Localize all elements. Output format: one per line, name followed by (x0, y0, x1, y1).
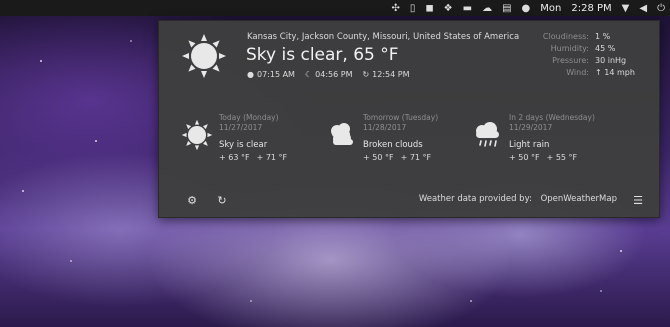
forecast-day: In 2 days (Wednesday) (509, 113, 595, 122)
refresh-time-icon: ↻ (362, 70, 370, 79)
detail-row: Pressure: 30 inHg (552, 56, 627, 65)
forecast-temps: + 50 °F + 71 °F (363, 153, 431, 162)
forecast-day: Today (Monday) (219, 113, 279, 122)
forecast-high: + 71 °F (400, 153, 432, 162)
sunrise-time: 07:15 AM (256, 70, 295, 79)
provider-link[interactable]: OpenWeatherMap (541, 194, 617, 204)
bag-icon[interactable]: ◼ (420, 0, 438, 16)
refresh-icon[interactable]: ↻ (215, 193, 229, 207)
popup-footer: ⚙ ↻ Weather data provided by: OpenWeathe… (159, 183, 659, 217)
cloud-icon[interactable]: ☁ (477, 0, 497, 16)
wifi-icon[interactable]: ▼ (617, 0, 635, 16)
forecast-low: + 50 °F (363, 153, 394, 162)
sunrise-icon: ● (247, 70, 254, 79)
sun-times: ● 07:15 AM ☾ 04:56 PM ↻ 12:54 PM (247, 70, 410, 79)
forecast-desc: Light rain (509, 140, 550, 150)
detail-row: Humidity: 45 % (550, 44, 616, 53)
forecast-desc: Sky is clear (219, 140, 268, 150)
forecast-low: + 50 °F (509, 153, 540, 162)
weather-details: Cloudiness: 1 % Humidity: 45 % Pressure: 30… (529, 31, 639, 79)
forecast-day: Tomorrow (Tuesday) (363, 113, 439, 122)
sunset-time: 04:56 PM (315, 70, 353, 79)
top-panel: ✣ ▯ ◼ ❖ ▬ ☁ ▤ ● Mon 2:28 PM ▼ ◀ ⏻ (0, 0, 670, 16)
forecast-high: + 71 °F (256, 153, 288, 162)
settings-icon[interactable]: ⚙ (185, 193, 199, 207)
clock-day[interactable]: Mon (535, 3, 566, 14)
moon-icon: ☾ (304, 70, 313, 79)
dropbox-icon[interactable]: ❖ (439, 0, 458, 16)
record-icon[interactable]: ● (517, 0, 536, 16)
broken-clouds-icon (331, 123, 353, 145)
forecast-temps: + 50 °F + 55 °F (509, 153, 577, 162)
rain-icon (476, 122, 499, 147)
clock-time[interactable]: 2:28 PM (566, 3, 616, 14)
network-icon[interactable]: ✣ (386, 0, 404, 16)
forecast-temps: + 63 °F + 71 °F (219, 153, 287, 162)
provider-label: Weather data provided by: (418, 194, 532, 204)
forecast-item: Tomorrow (Tuesday) 11/28/2017 Broken clo… (325, 113, 455, 163)
preferences-icon[interactable]: ☰ (631, 193, 645, 207)
current-condition: Sky is clear, 65 °F (246, 45, 399, 65)
forecast-date: 11/29/2017 (509, 123, 553, 132)
sun-icon (182, 34, 226, 78)
forecast-date: 11/28/2017 (363, 123, 407, 132)
forecast-high: + 55 °F (546, 153, 578, 162)
forecast-date: 11/27/2017 (219, 123, 263, 132)
sun-icon (181, 119, 213, 151)
forecast-item: Today (Monday) 11/27/2017 Sky is clear +… (181, 113, 311, 163)
volume-icon[interactable]: ◀ (634, 0, 652, 16)
forecast-desc: Broken clouds (363, 140, 423, 150)
weather-popup: Kansas City, Jackson County, Missouri, U… (158, 20, 660, 218)
forecast-low: + 63 °F (219, 153, 250, 162)
provider-credit: Weather data provided by: OpenWeatherMap (419, 194, 617, 204)
folder-icon[interactable]: ▬ (458, 0, 477, 16)
location-label: Kansas City, Jackson County, Missouri, U… (247, 32, 520, 42)
updated-time: 12:54 PM (372, 70, 410, 79)
detail-row: Wind: ↑ 14 mph (566, 68, 635, 77)
power-icon[interactable]: ⏻ (652, 0, 670, 16)
detail-row: Cloudiness: 1 % (542, 32, 611, 41)
phone-icon[interactable]: ▯ (405, 0, 421, 16)
forecast-item: In 2 days (Wednesday) 11/29/2017 Light r… (471, 113, 611, 163)
clipboard-icon[interactable]: ▤ (497, 0, 516, 16)
